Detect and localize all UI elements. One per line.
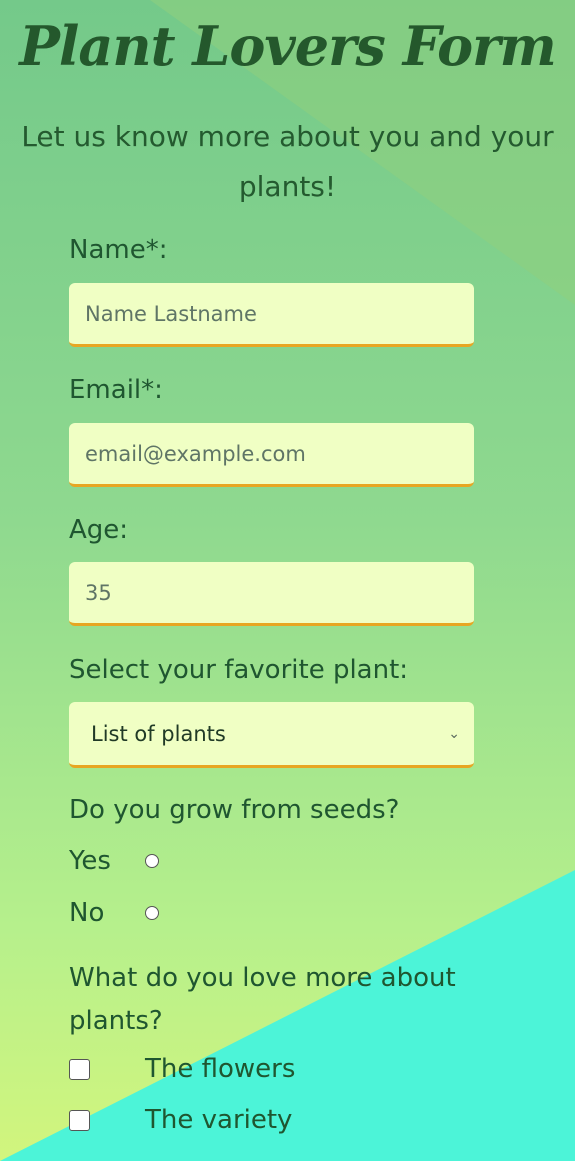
radio-yes[interactable] [145, 854, 159, 868]
love-question: What do you love more about plants? [69, 963, 456, 1036]
form-subtitle: Let us know more about you and your plan… [21, 120, 554, 203]
seeds-option-yes[interactable]: Yes [69, 843, 159, 879]
seeds-option-no[interactable]: No [69, 895, 159, 931]
seeds-question: Do you grow from seeds? [69, 795, 400, 825]
radio-label-no: No [69, 898, 105, 928]
checkbox-flowers[interactable] [69, 1058, 90, 1080]
name-input[interactable] [69, 283, 474, 347]
email-input[interactable] [69, 423, 474, 487]
age-label: Age: [69, 515, 129, 545]
plant-select[interactable]: List of plants ⌄ [69, 702, 474, 768]
age-input[interactable] [69, 562, 474, 626]
radio-label-yes: Yes [69, 846, 111, 876]
radio-no[interactable] [145, 906, 159, 920]
checkbox-label-variety: The variety [145, 1105, 293, 1135]
email-label: Email*: [69, 375, 163, 405]
love-option-flowers[interactable]: The flowers [69, 1051, 295, 1087]
plant-select-label: Select your favorite plant: [69, 655, 409, 685]
name-label: Name*: [69, 235, 168, 265]
chevron-down-icon: ⌄ [448, 725, 460, 742]
checkbox-label-flowers: The flowers [145, 1054, 296, 1084]
plant-select-value: List of plants [91, 721, 226, 746]
checkbox-variety[interactable] [69, 1109, 90, 1131]
love-option-variety[interactable]: The variety [69, 1102, 292, 1138]
form-title: Plant Lovers Form [19, 14, 556, 78]
